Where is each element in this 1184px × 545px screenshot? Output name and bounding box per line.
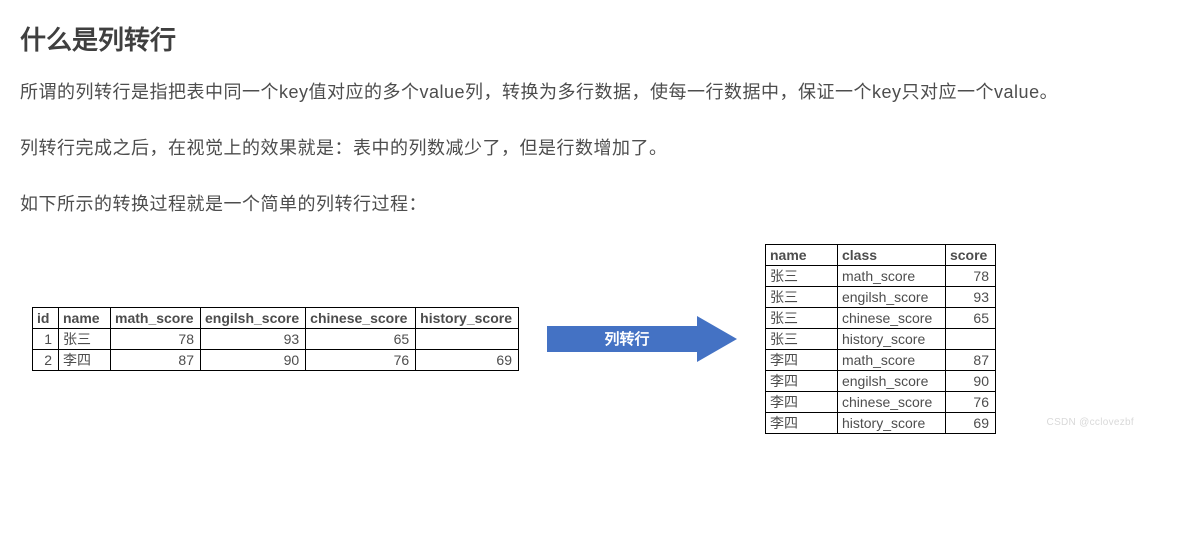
col-class: class	[837, 244, 945, 265]
cell: 张三	[765, 328, 837, 349]
cell: 李四	[765, 412, 837, 433]
cell: 李四	[765, 370, 837, 391]
cell: 93	[201, 328, 306, 349]
cell	[416, 328, 519, 349]
cell: 78	[111, 328, 201, 349]
cell: chinese_score	[837, 307, 945, 328]
cell: 张三	[765, 286, 837, 307]
table-row: 李四 engilsh_score 90	[765, 370, 995, 391]
table-row: 李四 math_score 87	[765, 349, 995, 370]
cell: 93	[945, 286, 995, 307]
result-table: name class score 张三 math_score 78 张三 eng…	[765, 244, 996, 434]
cell: 65	[945, 307, 995, 328]
table-row: 李四 chinese_score 76	[765, 391, 995, 412]
cell: 87	[945, 349, 995, 370]
cell: 2	[33, 349, 59, 370]
paragraph-3: 如下所示的转换过程就是一个简单的列转行过程：	[20, 187, 1164, 221]
paragraph-2: 列转行完成之后，在视觉上的效果就是：表中的列数减少了，但是行数增加了。	[20, 131, 1164, 165]
table-row: 张三 history_score	[765, 328, 995, 349]
table-row: 1 张三 78 93 65	[33, 328, 519, 349]
cell: history_score	[837, 412, 945, 433]
cell: 90	[945, 370, 995, 391]
col-name: name	[59, 307, 111, 328]
cell: engilsh_score	[837, 286, 945, 307]
cell: 87	[111, 349, 201, 370]
source-table: id name math_score engilsh_score chinese…	[32, 307, 519, 371]
col-name: name	[765, 244, 837, 265]
col-score: score	[945, 244, 995, 265]
table-row: 李四 history_score 69	[765, 412, 995, 433]
table-row: 张三 chinese_score 65	[765, 307, 995, 328]
cell: chinese_score	[837, 391, 945, 412]
col-id: id	[33, 307, 59, 328]
cell: 李四	[59, 349, 111, 370]
cell: history_score	[837, 328, 945, 349]
col-math: math_score	[111, 307, 201, 328]
cell	[945, 328, 995, 349]
col-chi: chinese_score	[306, 307, 416, 328]
cell: 76	[945, 391, 995, 412]
col-his: history_score	[416, 307, 519, 328]
cell: 78	[945, 265, 995, 286]
cell: 张三	[765, 265, 837, 286]
cell: 65	[306, 328, 416, 349]
arrow-label: 列转行	[604, 330, 649, 348]
cell: math_score	[837, 349, 945, 370]
cell: 张三	[765, 307, 837, 328]
paragraph-1: 所谓的列转行是指把表中同一个key值对应的多个value列，转换为多行数据，使每…	[20, 75, 1164, 109]
cell: 1	[33, 328, 59, 349]
cell: 69	[416, 349, 519, 370]
cell: 李四	[765, 391, 837, 412]
table-row: 2 李四 87 90 76 69	[33, 349, 519, 370]
table-row: 张三 engilsh_score 93	[765, 286, 995, 307]
cell: 69	[945, 412, 995, 433]
cell: math_score	[837, 265, 945, 286]
page-title: 什么是列转行	[20, 20, 1164, 57]
watermark: CSDN @cclovezbf	[1047, 417, 1134, 428]
col-eng: engilsh_score	[201, 307, 306, 328]
cell: 李四	[765, 349, 837, 370]
arrow: 列转行	[547, 316, 737, 362]
table-row: 张三 math_score 78	[765, 265, 995, 286]
cell: 张三	[59, 328, 111, 349]
cell: 76	[306, 349, 416, 370]
arrow-icon: 列转行	[547, 316, 737, 362]
table-header-row: id name math_score engilsh_score chinese…	[33, 307, 519, 328]
cell: engilsh_score	[837, 370, 945, 391]
diagram: id name math_score engilsh_score chinese…	[20, 244, 1164, 434]
cell: 90	[201, 349, 306, 370]
table-header-row: name class score	[765, 244, 995, 265]
